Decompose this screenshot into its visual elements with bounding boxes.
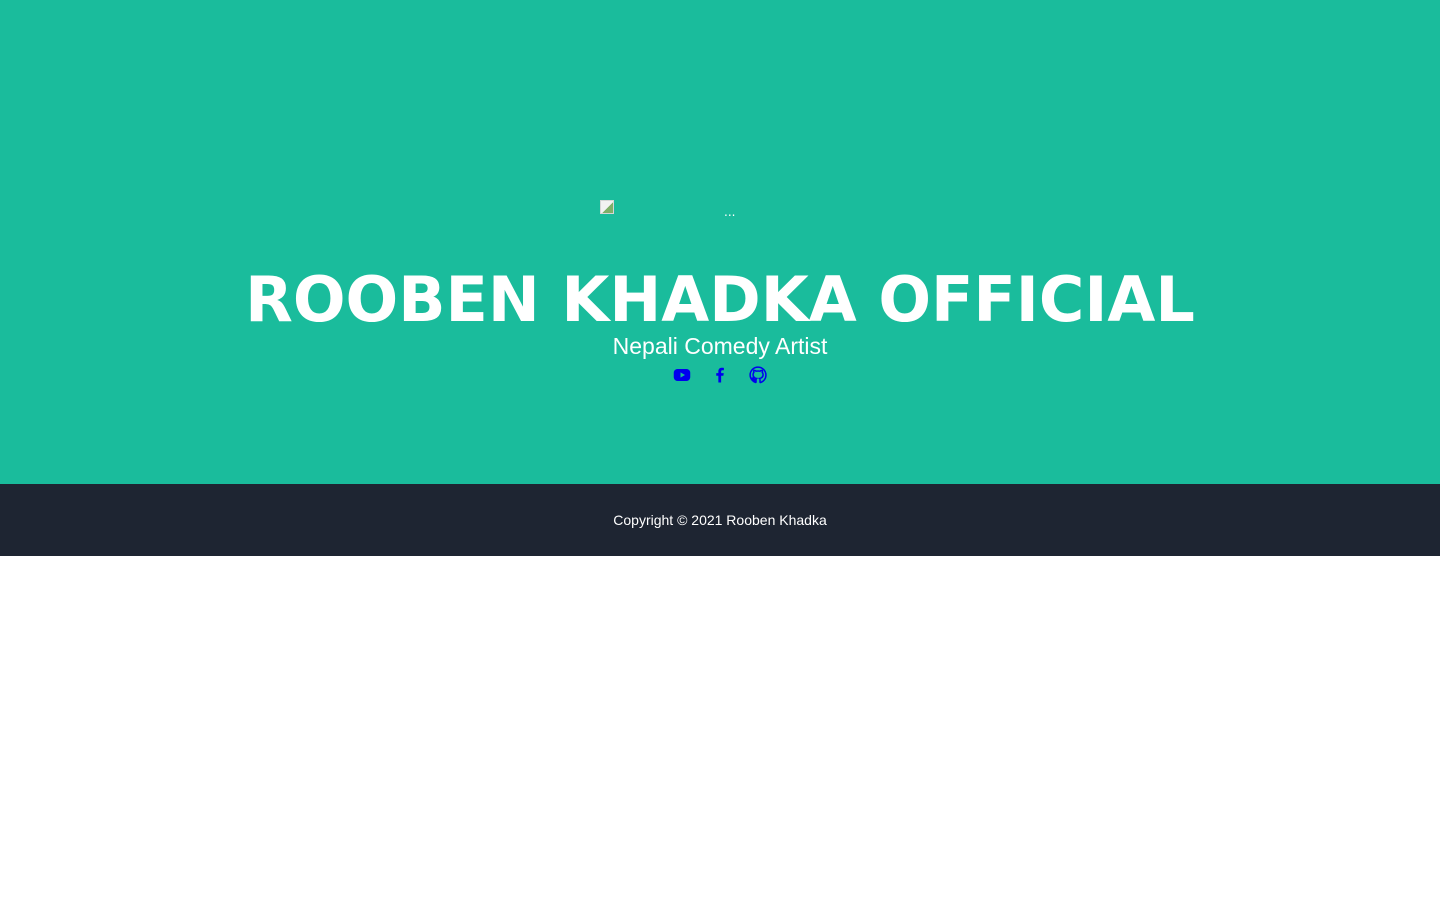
broken-image-icon <box>600 200 614 214</box>
hero-section: ... ROOBEN KHADKA OFFICIAL Nepali Comedy… <box>0 0 1440 484</box>
facebook-icon <box>716 367 724 383</box>
facebook-link[interactable] <box>711 366 729 384</box>
github-link[interactable] <box>749 366 768 384</box>
social-links <box>0 366 1440 386</box>
github-icon <box>749 366 768 384</box>
avatar-alt-text: ... <box>724 205 736 219</box>
footer: Copyright © 2021 Rooben Khadka <box>0 484 1440 556</box>
youtube-icon <box>673 369 690 381</box>
avatar: ... <box>600 200 740 240</box>
page-subtitle: Nepali Comedy Artist <box>612 333 828 359</box>
copyright-text: Copyright © 2021 Rooben Khadka <box>613 512 827 528</box>
page-title: ROOBEN KHADKA OFFICIAL <box>245 263 1195 336</box>
youtube-link[interactable] <box>673 366 691 384</box>
